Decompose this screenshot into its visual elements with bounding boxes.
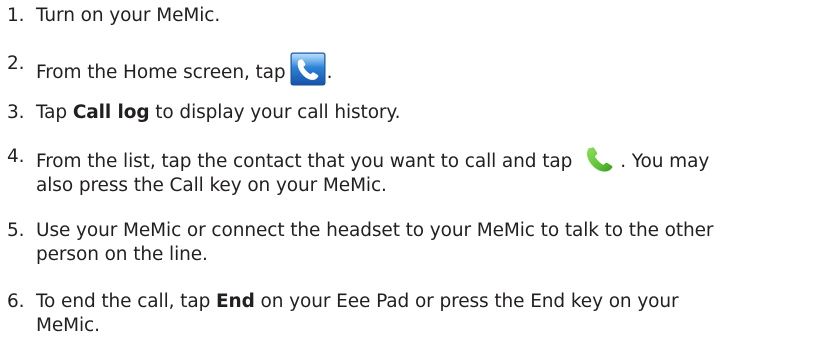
step-text-before: From the list, tap the contact that you … bbox=[36, 151, 573, 172]
step-text-before: To end the call, tap bbox=[36, 291, 216, 312]
step-text: Tap Call log to display your call histor… bbox=[36, 101, 826, 125]
green-call-handset-icon bbox=[584, 145, 614, 173]
step-text: Turn on your MeMic. bbox=[36, 5, 221, 26]
step-number: 2. bbox=[7, 53, 25, 74]
step-number: 3. bbox=[7, 102, 25, 123]
step-number: 1. bbox=[7, 5, 25, 26]
step-line-1: From the list, tap the contact that you … bbox=[36, 145, 826, 174]
step-number: 4. bbox=[7, 146, 25, 167]
step-text-before: Tap bbox=[36, 102, 73, 123]
step-number: 5. bbox=[7, 220, 25, 241]
ui-term-call-log: Call log bbox=[72, 102, 150, 123]
step-text: To end the call, tap End on your Eee Pad… bbox=[36, 290, 826, 338]
ui-term-end: End bbox=[216, 291, 255, 312]
instruction-list: 1. Turn on your MeMic. 2. From the Home … bbox=[0, 0, 828, 339]
step-text-after: . bbox=[326, 62, 333, 83]
step-number: 6. bbox=[7, 291, 25, 312]
step-text-after: . You may bbox=[620, 151, 710, 172]
phone-app-icon bbox=[290, 52, 326, 86]
step-line-2: also press the Call key on your MeMic. bbox=[36, 175, 387, 196]
step-line-2: person on the line. bbox=[36, 244, 208, 265]
step-text-before: From the Home screen, tap bbox=[36, 62, 286, 83]
step-line-1: To end the call, tap End on your Eee Pad… bbox=[36, 290, 826, 314]
step-text: From the list, tap the contact that you … bbox=[36, 145, 826, 198]
step-text-after: on your Eee Pad or press the End key on … bbox=[254, 291, 679, 312]
step-line-1: Use your MeMic or connect the headset to… bbox=[36, 220, 714, 241]
step-text: From the Home screen, tap . bbox=[36, 52, 826, 86]
step-line-2: MeMic. bbox=[36, 315, 100, 336]
step-text-after: to display your call history. bbox=[149, 102, 401, 123]
step-text: Use your MeMic or connect the headset to… bbox=[36, 219, 826, 267]
